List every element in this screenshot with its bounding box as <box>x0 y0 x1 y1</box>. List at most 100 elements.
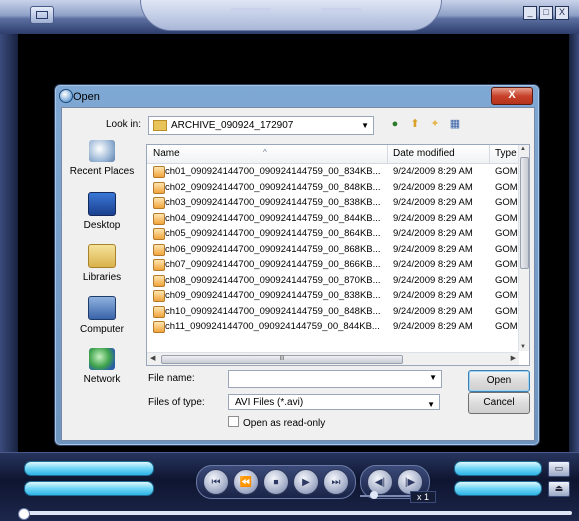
file-row[interactable]: ch03_090924144700_090924144759_00_838KB.… <box>147 195 521 211</box>
file-name-label: File name: <box>148 373 195 384</box>
horizontal-scrollbar[interactable]: ◀ III ▶ <box>147 352 519 365</box>
file-date: 9/24/2009 8:29 AM <box>393 166 473 177</box>
dialog-toolbar: ● ⬆ ✦ ▦ <box>388 117 462 131</box>
rewind-icon[interactable]: ⏪ <box>233 469 259 495</box>
stop-icon[interactable]: ⏹ <box>263 469 289 495</box>
place-libraries[interactable]: Libraries <box>64 244 140 283</box>
file-name: ch06_090924144700_090924144759_00_868KB.… <box>165 243 381 255</box>
look-in-label: Look in: <box>106 119 142 130</box>
chevron-down-icon: ▼ <box>361 121 369 130</box>
file-name: ch04_090924144700_090924144759_00_844KB.… <box>165 212 381 224</box>
file-row[interactable]: ch08_090924144700_090924144759_00_870KB.… <box>147 273 521 289</box>
file-row[interactable]: ch10_090924144700_090924144759_00_848KB.… <box>147 304 521 320</box>
place-desktop[interactable]: Desktop <box>64 192 140 231</box>
play-icon[interactable]: ▶ <box>293 469 319 495</box>
dialog-close-button[interactable]: X <box>491 87 533 105</box>
file-date: 9/24/2009 8:29 AM <box>393 259 473 270</box>
place-recent-places[interactable]: Recent Places <box>64 140 140 177</box>
file-list[interactable]: ^ Name Date modified Type ch01_090924144… <box>146 144 530 366</box>
file-date: 9/24/2009 8:29 AM <box>393 228 473 239</box>
file-row[interactable]: ch06_090924144700_090924144759_00_868KB.… <box>147 242 521 258</box>
file-row[interactable]: ch02_090924144700_090924144759_00_848KB.… <box>147 180 521 196</box>
file-row[interactable]: ch11_090924144700_090924144759_00_844KB.… <box>147 319 521 335</box>
scroll-up-icon[interactable]: ▲ <box>520 146 526 152</box>
place-label: Recent Places <box>69 166 135 177</box>
file-name: ch03_090924144700_090924144759_00_838KB.… <box>165 197 381 208</box>
title-decoration <box>140 0 442 31</box>
checkbox-box[interactable] <box>228 416 239 427</box>
look-in-value: ARCHIVE_090924_172907 <box>171 120 294 131</box>
scroll-right-icon[interactable]: ▶ <box>511 354 516 362</box>
places-bar: Recent Places Desktop Libraries Computer… <box>64 140 140 390</box>
file-row[interactable]: ch04_090924144700_090924144759_00_844KB.… <box>147 211 521 227</box>
grip-icon: III <box>279 356 285 362</box>
file-row[interactable]: ch09_090924144700_090924144759_00_838KB.… <box>147 288 521 304</box>
next-icon[interactable]: ⏭ <box>323 469 349 495</box>
volume-track[interactable] <box>360 495 410 497</box>
files-of-type-label: Files of type: <box>148 397 205 408</box>
chevron-down-icon[interactable]: ▼ <box>427 397 435 413</box>
minimize-button[interactable]: _ <box>523 6 537 20</box>
main-controls-group: ⏮ ⏪ ⏹ ▶ ⏭ <box>196 465 356 499</box>
open-folder-icon[interactable]: ▭ <box>548 461 570 477</box>
column-header-date[interactable]: Date modified <box>393 148 455 159</box>
maximize-button[interactable]: □ <box>539 6 553 20</box>
open-dialog: Open X Look in: ARCHIVE_090924_172907 ▼ … <box>54 84 540 446</box>
network-icon <box>89 348 115 370</box>
scroll-down-icon[interactable]: ▼ <box>520 344 526 350</box>
chevron-down-icon[interactable]: ▼ <box>429 373 437 382</box>
file-name: ch10_090924144700_090924144759_00_848KB.… <box>165 305 381 317</box>
vertical-scrollbar[interactable]: ▲ ▼ <box>518 145 529 351</box>
left-display-top <box>24 461 154 476</box>
desktop-icon <box>88 192 116 216</box>
file-row[interactable]: ch05_090924144700_090924144759_00_864KB.… <box>147 226 521 242</box>
new-folder-icon[interactable]: ✦ <box>428 117 442 131</box>
scroll-left-icon[interactable]: ◀ <box>150 354 155 362</box>
seek-knob[interactable] <box>18 508 30 520</box>
file-name: ch11_090924144700_090924144759_00_844KB.… <box>165 321 380 332</box>
video-file-icon <box>153 166 165 178</box>
view-menu-icon[interactable]: ▦ <box>448 117 462 131</box>
video-file-icon <box>153 274 165 287</box>
speed-indicator[interactable]: x 1 <box>410 491 437 503</box>
read-only-checkbox[interactable]: Open as read-only <box>228 416 325 429</box>
cancel-button[interactable]: Cancel <box>468 392 530 414</box>
place-computer[interactable]: Computer <box>64 296 140 335</box>
video-file-icon <box>153 321 165 333</box>
files-of-type-select[interactable]: AVI Files (*.avi) ▼ <box>228 394 440 410</box>
libraries-icon <box>88 244 116 268</box>
dialog-title: Open <box>73 91 100 103</box>
video-file-icon <box>153 290 165 302</box>
volume-knob[interactable] <box>370 491 378 499</box>
file-row[interactable]: ch01_090924144700_090924144759_00_834KB.… <box>147 164 521 180</box>
up-folder-icon[interactable]: ⬆ <box>408 117 422 131</box>
column-header-type[interactable]: Type <box>495 148 517 159</box>
file-name-field[interactable]: ▼ <box>228 370 442 388</box>
player-right-border <box>569 34 579 454</box>
video-file-icon <box>153 243 165 256</box>
file-name: ch08_090924144700_090924144759_00_870KB.… <box>165 274 381 286</box>
column-separator[interactable] <box>489 145 490 163</box>
file-row[interactable]: ch07_090924144700_090924144759_00_866KB.… <box>147 257 521 273</box>
file-name: ch05_090924144700_090924144759_00_864KB.… <box>165 228 381 239</box>
column-header-name[interactable]: Name <box>153 148 180 159</box>
video-file-icon <box>153 259 165 271</box>
vertical-scroll-thumb[interactable] <box>520 157 529 269</box>
player-control-bar: ▭ ⏏ ⏮ ⏪ ⏹ ▶ ⏭ ◀| |▶ x 1 <box>0 452 579 521</box>
left-display-bottom <box>24 481 154 496</box>
place-network[interactable]: Network <box>64 348 140 385</box>
prev-icon[interactable]: ⏮ <box>203 469 229 495</box>
file-rows: ch01_090924144700_090924144759_00_834KB.… <box>147 164 521 335</box>
eject-icon[interactable]: ⏏ <box>548 481 570 497</box>
seek-bar[interactable] <box>22 511 572 515</box>
place-label: Network <box>83 374 121 385</box>
horizontal-scroll-thumb[interactable]: III <box>161 355 403 364</box>
open-button[interactable]: Open <box>468 370 530 392</box>
player-menu-button[interactable] <box>30 6 54 24</box>
close-player-button[interactable]: X <box>555 6 569 20</box>
folder-icon <box>153 119 167 131</box>
transport-controls: ⏮ ⏪ ⏹ ▶ ⏭ ◀| |▶ <box>196 465 430 499</box>
look-in-dropdown[interactable]: ARCHIVE_090924_172907 ▼ <box>148 116 374 135</box>
column-separator[interactable] <box>387 145 388 163</box>
back-icon[interactable]: ● <box>388 117 402 131</box>
